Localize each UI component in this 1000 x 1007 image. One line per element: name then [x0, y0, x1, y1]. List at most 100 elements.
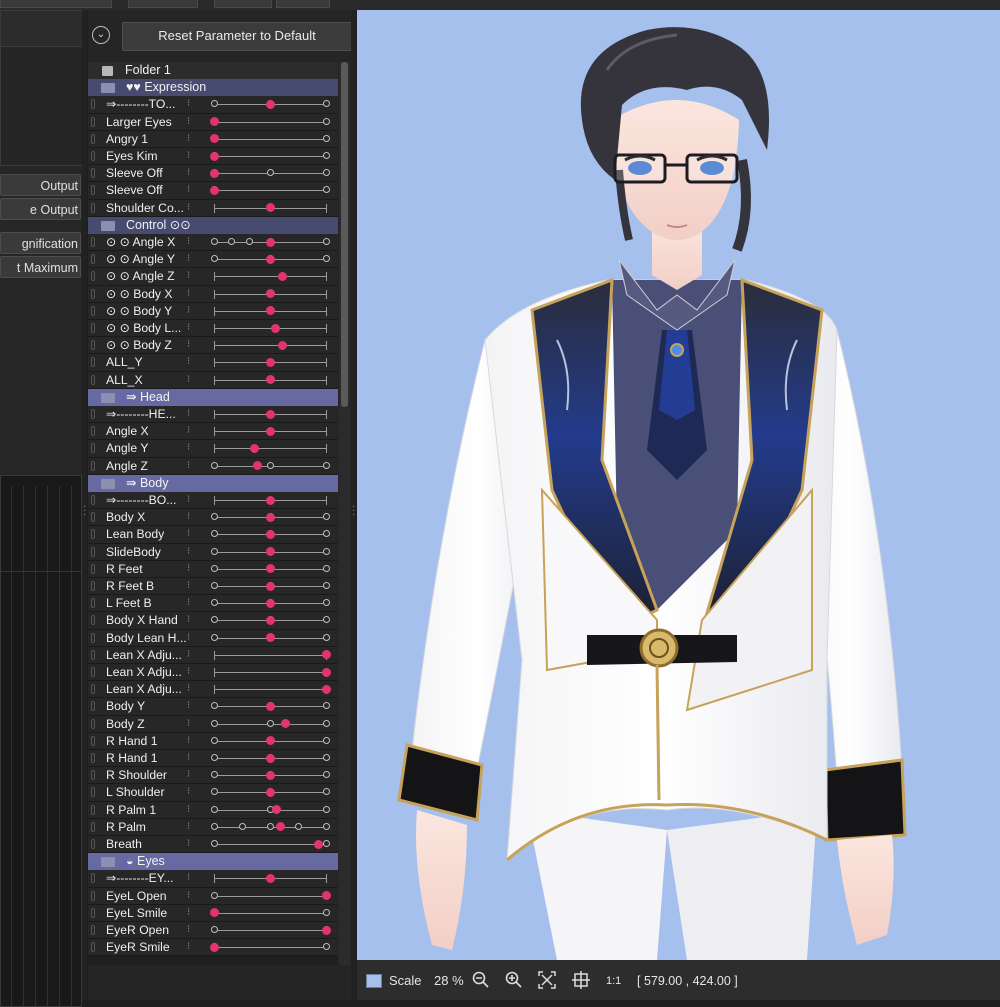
- keyform-marker[interactable]: [210, 616, 218, 624]
- parameter-row[interactable]: ⇒--------EY... ⁝: [88, 870, 338, 888]
- drag-handle[interactable]: [91, 151, 95, 161]
- keyform-marker[interactable]: [322, 754, 330, 761]
- keyform-marker[interactable]: [322, 255, 330, 263]
- drag-handle[interactable]: [91, 718, 95, 729]
- keyform-marker[interactable]: [210, 736, 218, 744]
- scrollbar-thumb[interactable]: [341, 62, 348, 407]
- center-target-icon[interactable]: [571, 970, 591, 990]
- parameter-row[interactable]: ⊙ ⊙ Angle Z ⁝: [88, 268, 338, 286]
- drag-handle[interactable]: [91, 546, 95, 557]
- keyform-marker[interactable]: [322, 238, 330, 245]
- zoom-in-icon[interactable]: [504, 970, 524, 990]
- keyform-marker[interactable]: [210, 100, 218, 108]
- keyform-marker[interactable]: [210, 754, 218, 761]
- output-button[interactable]: Output: [0, 174, 81, 196]
- keyform-marker[interactable]: [322, 117, 330, 125]
- parameter-row[interactable]: Breath ⁝: [88, 836, 338, 854]
- parameter-value-handle[interactable]: [265, 547, 275, 557]
- keyform-marker[interactable]: [294, 822, 302, 830]
- drag-handle[interactable]: [91, 168, 95, 179]
- keyform-marker[interactable]: [210, 891, 218, 899]
- zoom-out-icon[interactable]: [471, 970, 491, 990]
- parameter-value-handle[interactable]: [209, 168, 219, 178]
- keyform-marker[interactable]: [210, 513, 218, 521]
- parameter-slider-track[interactable]: [214, 895, 326, 897]
- parameter-slider-track[interactable]: [214, 947, 326, 949]
- keyform-marker[interactable]: [322, 100, 330, 108]
- drag-handle[interactable]: [91, 495, 95, 505]
- keyform-marker[interactable]: [322, 169, 330, 177]
- parameter-slider-track[interactable]: [214, 328, 326, 329]
- parameter-row[interactable]: EyeL Open ⁝: [88, 887, 338, 905]
- parameter-value-handle[interactable]: [253, 461, 263, 471]
- magnification-button[interactable]: gnification: [0, 232, 81, 254]
- drag-handle[interactable]: [91, 907, 95, 918]
- parameter-value-handle[interactable]: [265, 203, 275, 213]
- keyform-marker[interactable]: [266, 822, 274, 830]
- keyform-marker[interactable]: [210, 702, 218, 710]
- parameter-value-handle[interactable]: [277, 340, 287, 350]
- model-canvas[interactable]: [357, 10, 1000, 960]
- keyform-marker[interactable]: [266, 169, 274, 177]
- drag-handle[interactable]: [91, 409, 95, 419]
- parameter-value-handle[interactable]: [265, 633, 275, 643]
- keyform-marker[interactable]: [210, 547, 218, 555]
- keyform-marker[interactable]: [322, 908, 330, 916]
- parameter-slider-track[interactable]: [214, 345, 326, 347]
- drag-handle[interactable]: [91, 529, 95, 540]
- parameter-value-handle[interactable]: [265, 357, 275, 367]
- keyform-marker[interactable]: [322, 943, 330, 951]
- keyform-marker[interactable]: [322, 840, 330, 847]
- drag-handle[interactable]: [91, 581, 95, 591]
- keyform-marker[interactable]: [210, 840, 218, 847]
- drag-handle[interactable]: [91, 305, 95, 316]
- drag-handle[interactable]: [91, 426, 95, 437]
- keyform-marker[interactable]: [322, 719, 330, 727]
- parameter-row[interactable]: EyeL Smile ⁝: [88, 904, 338, 922]
- parameter-row[interactable]: R Shoulder ⁝: [88, 767, 338, 785]
- keyform-marker[interactable]: [322, 822, 330, 830]
- drag-handle[interactable]: [91, 632, 95, 643]
- parameter-row[interactable]: R Palm 1 ⁝: [88, 801, 338, 819]
- keyform-marker[interactable]: [322, 582, 330, 589]
- keyform-marker[interactable]: [322, 771, 330, 779]
- parameter-row[interactable]: ⊙ ⊙ Angle X ⁝: [88, 234, 338, 252]
- drag-handle[interactable]: [91, 925, 95, 935]
- parameter-row[interactable]: Sleeve Off ⁝: [88, 182, 338, 200]
- reset-parameter-button[interactable]: Reset Parameter to Default: [122, 22, 352, 51]
- parameter-value-handle[interactable]: [272, 805, 282, 815]
- keyform-marker[interactable]: [210, 530, 218, 538]
- parameter-row[interactable]: Lean X Adju... ⁝: [88, 646, 338, 664]
- parameter-slider-track[interactable]: [214, 190, 326, 192]
- parameter-value-handle[interactable]: [265, 426, 275, 436]
- parameter-row[interactable]: EyeR Open ⁝: [88, 922, 338, 940]
- keyform-marker[interactable]: [210, 805, 218, 813]
- parameter-row[interactable]: ⊙ ⊙ Body L... ⁝: [88, 320, 338, 338]
- drag-handle[interactable]: [91, 598, 95, 609]
- keyform-marker[interactable]: [322, 702, 330, 710]
- parameter-row[interactable]: R Palm ⁝: [88, 818, 338, 836]
- drag-handle[interactable]: [91, 735, 95, 746]
- keyform-marker[interactable]: [266, 461, 274, 469]
- parameter-value-handle[interactable]: [265, 873, 275, 883]
- parameter-row[interactable]: R Hand 1 ⁝: [88, 732, 338, 750]
- parameter-value-handle[interactable]: [265, 495, 275, 505]
- parameter-slider-track[interactable]: [214, 672, 326, 673]
- parameter-row[interactable]: Angle Y ⁝: [88, 440, 338, 458]
- parameter-slider-track[interactable]: [214, 930, 326, 931]
- parameter-row[interactable]: ⇒--------BO... ⁝: [88, 492, 338, 510]
- keyform-marker[interactable]: [322, 599, 330, 607]
- keyform-marker[interactable]: [322, 513, 330, 521]
- keyform-marker[interactable]: [210, 926, 218, 933]
- parameter-row[interactable]: ⊙ ⊙ Body X ⁝: [88, 285, 338, 303]
- drag-handle[interactable]: [91, 288, 95, 299]
- parameter-value-handle[interactable]: [321, 667, 331, 677]
- parameter-row[interactable]: R Feet B ⁝: [88, 578, 338, 596]
- keyform-marker[interactable]: [322, 633, 330, 641]
- parameter-row[interactable]: SlideBody ⁝: [88, 543, 338, 561]
- parameter-row[interactable]: Body X Hand ⁝: [88, 612, 338, 630]
- ratio-button[interactable]: 1:1: [606, 972, 621, 990]
- parameter-slider-track[interactable]: [214, 844, 326, 845]
- parameter-value-handle[interactable]: [265, 254, 275, 264]
- parameter-value-handle[interactable]: [321, 925, 331, 935]
